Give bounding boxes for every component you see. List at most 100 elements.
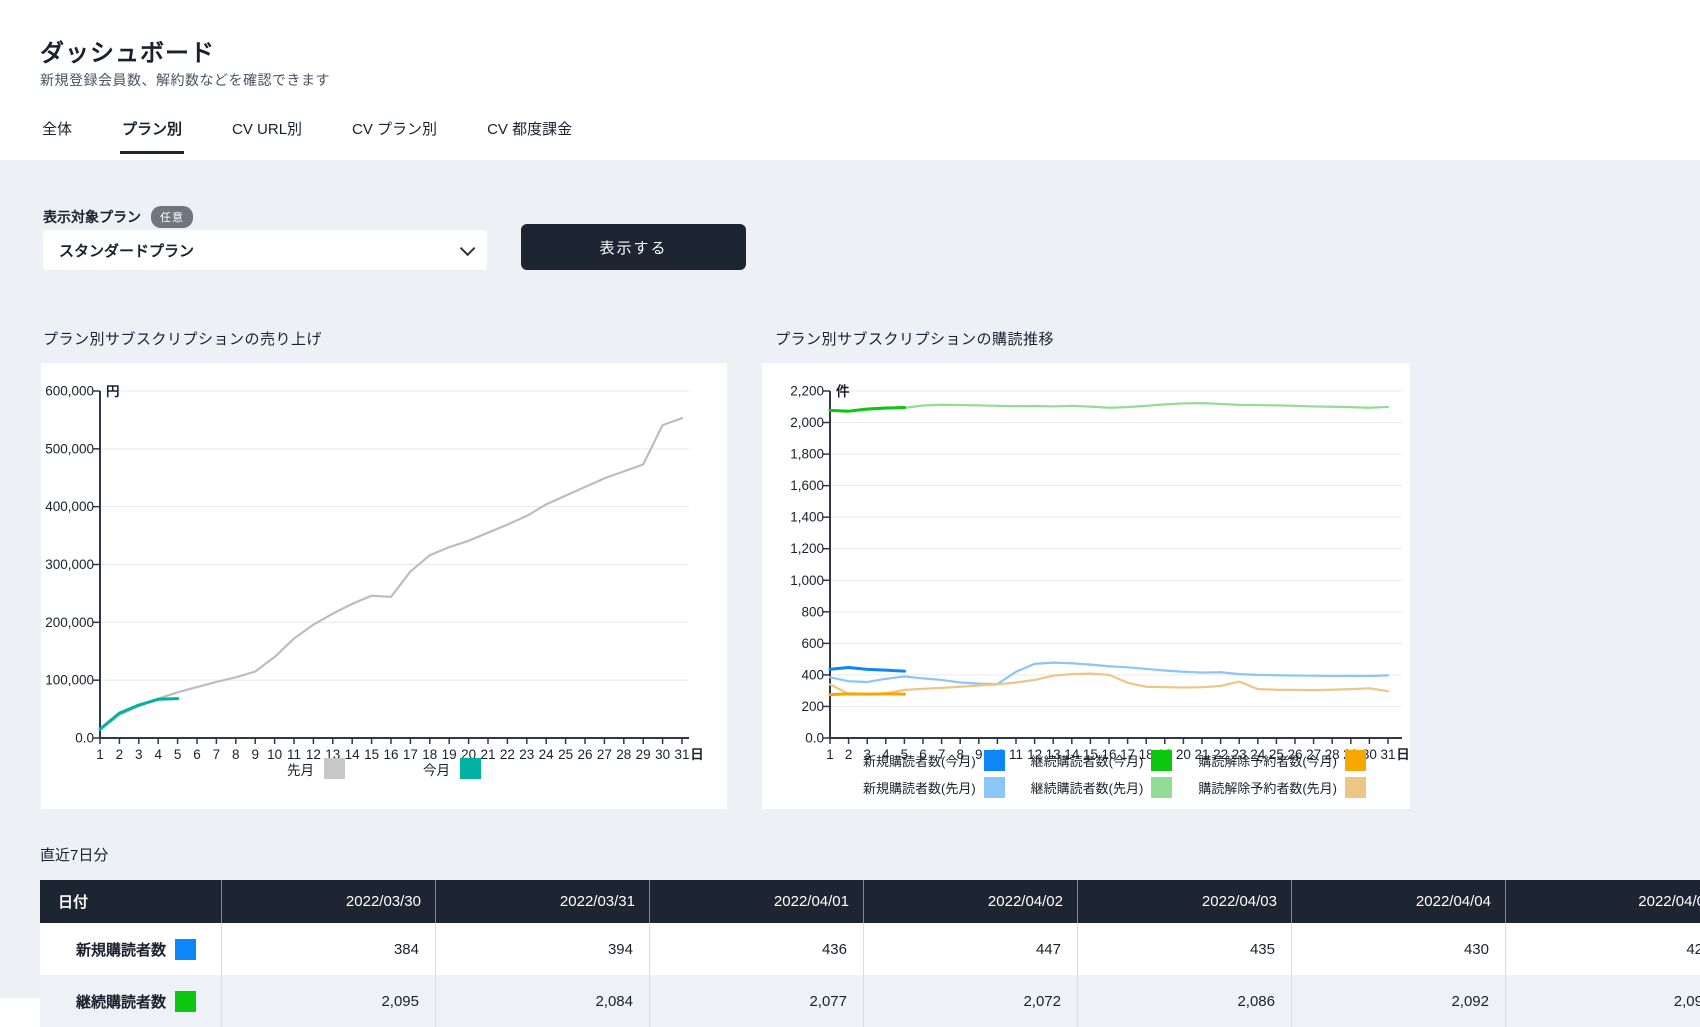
table-header-cell: 2022/03/31 [436,880,650,923]
legend-color-chip [984,777,1005,798]
series-color-chip [175,939,196,960]
table-header-cell: 2022/04/02 [864,880,1078,923]
legend-color-chip [984,750,1005,771]
sales-line-chart: 600,000500,000400,000300,000200,000100,0… [41,363,727,809]
table-cell: 2,077 [650,975,864,1027]
subs-chart-card: 2,2002,0001,8001,6001,4001,2001,00080060… [762,363,1410,809]
legend-item: 購読解除予約者数(今月) [1198,750,1366,771]
table-row-label: 新規購読者数 [40,923,222,975]
legend-color-chip [1345,750,1366,771]
legend-color-chip [1345,777,1366,798]
svg-text:200: 200 [801,699,824,714]
legend-label: 購読解除予約者数(先月) [1198,778,1337,797]
svg-text:300,000: 300,000 [45,557,94,572]
legend-item: 先月 [287,758,345,779]
table-cell: 2,072 [864,975,1078,1027]
tab-3[interactable]: CV プラン別 [350,118,439,154]
recent-section-title: 直近7日分 [40,844,108,865]
table-cell: 435 [1078,923,1292,975]
table-header-cell: 2022/04/01 [650,880,864,923]
table-row: 新規購読者数38439443644743543042 [40,923,1700,975]
table-cell: 2,09 [1506,975,1700,1027]
optional-badge: 任意 [151,206,193,228]
svg-text:円: 円 [106,384,120,399]
svg-text:100,000: 100,000 [45,673,94,688]
legend-color-chip [1151,750,1172,771]
legend-label: 先月 [287,759,314,779]
svg-text:200,000: 200,000 [45,615,94,630]
svg-text:1,200: 1,200 [790,541,824,556]
recent-table: 日付2022/03/302022/03/312022/04/012022/04/… [40,880,1700,1027]
svg-text:2: 2 [845,747,853,762]
table-cell: 2,086 [1078,975,1292,1027]
plan-select-value: スタンダードプラン [59,240,194,261]
svg-text:0.0: 0.0 [75,731,94,746]
svg-text:1,400: 1,400 [790,510,824,525]
table-header-row: 日付2022/03/302022/03/312022/04/012022/04/… [40,880,1700,923]
plan-select[interactable]: スタンダードプラン [43,230,487,270]
table-header-cell: 2022/04/0 [1506,880,1700,923]
svg-text:1,000: 1,000 [790,573,824,588]
sales-chart-card: 600,000500,000400,000300,000200,000100,0… [41,363,727,809]
subs-chart-legend: 新規購読者数(今月) 継続購読者数(今月) 購読解除予約者数(今月) 新規購読者数(先… [863,750,1366,798]
legend-label: 継続購読者数(先月) [1031,778,1144,797]
legend-item: 継続購読者数(今月) [1031,750,1173,771]
svg-text:1,600: 1,600 [790,478,824,493]
legend-item: 継続購読者数(先月) [1031,777,1173,798]
table-header-cell: 2022/03/30 [222,880,436,923]
svg-text:1: 1 [826,747,834,762]
legend-label: 今月 [423,759,450,779]
table-header-cell: 2022/04/03 [1078,880,1292,923]
legend-item: 今月 [423,758,481,779]
subs-line-chart: 2,2002,0001,8001,6001,4001,2001,00080060… [762,363,1410,809]
svg-text:800: 800 [801,604,824,619]
svg-text:件: 件 [836,383,850,399]
legend-label: 新規購読者数(今月) [863,751,976,770]
row-label-text: 新規購読者数 [76,939,166,960]
legend-item: 購読解除予約者数(先月) [1198,777,1366,798]
table-cell: 447 [864,923,1078,975]
table-cell: 384 [222,923,436,975]
tab-2[interactable]: CV URL別 [230,118,304,154]
legend-label: 購読解除予約者数(今月) [1198,751,1337,770]
tab-1[interactable]: プラン別 [120,118,184,154]
tab-4[interactable]: CV 都度課金 [485,118,574,154]
table-cell: 430 [1292,923,1506,975]
legend-label: 新規購読者数(先月) [863,778,976,797]
filter-label-row: 表示対象プラン 任意 [43,206,193,228]
table-cell: 2,095 [222,975,436,1027]
tab-0[interactable]: 全体 [40,118,74,154]
svg-text:2,200: 2,200 [790,384,824,399]
legend-item: 新規購読者数(先月) [863,777,1005,798]
legend-item: 新規購読者数(今月) [863,750,1005,771]
table-row-label: 継続購読者数 [40,975,222,1027]
svg-text:600: 600 [801,636,824,651]
svg-text:0.0: 0.0 [805,731,824,746]
table-cell: 2,092 [1292,975,1506,1027]
subs-chart-title: プラン別サブスクリプションの購読推移 [775,328,1054,349]
svg-text:日: 日 [1396,747,1410,762]
table-row: 継続購読者数 2,0952,0842,0772,0722,0862,0922,09 [40,975,1700,1027]
chevron-down-icon [460,240,476,256]
svg-text:31: 31 [1380,747,1395,762]
legend-color-chip [324,758,345,779]
svg-text:400: 400 [801,667,824,682]
tab-bar: 全体 プラン別 CV URL別 CV プラン別 CV 都度課金 [40,118,574,154]
svg-text:500,000: 500,000 [45,441,94,456]
legend-label: 継続購読者数(今月) [1031,751,1144,770]
svg-text:2,000: 2,000 [790,415,824,430]
legend-color-chip [460,758,481,779]
page-title: ダッシュボード [40,33,215,68]
table-cell: 2,084 [436,975,650,1027]
content-area: 表示対象プラン 任意 スタンダードプラン 表示する プラン別サブスクリプションの… [0,160,1700,998]
series-color-chip [175,991,196,1012]
page-header: ダッシュボード 新規登録会員数、解約数などを確認できます 全体 プラン別 CV UR… [0,0,1700,160]
row-label-text: 継続購読者数 [76,991,166,1012]
table-cell: 436 [650,923,864,975]
table-cell: 394 [436,923,650,975]
table-header-cell: 2022/04/04 [1292,880,1506,923]
show-button[interactable]: 表示する [521,224,746,270]
page-subtitle: 新規登録会員数、解約数などを確認できます [40,70,330,90]
dashboard-page: { "header": { "title": "ダッシュボード", "subti… [0,0,1700,998]
table-header-date: 日付 [40,880,222,923]
